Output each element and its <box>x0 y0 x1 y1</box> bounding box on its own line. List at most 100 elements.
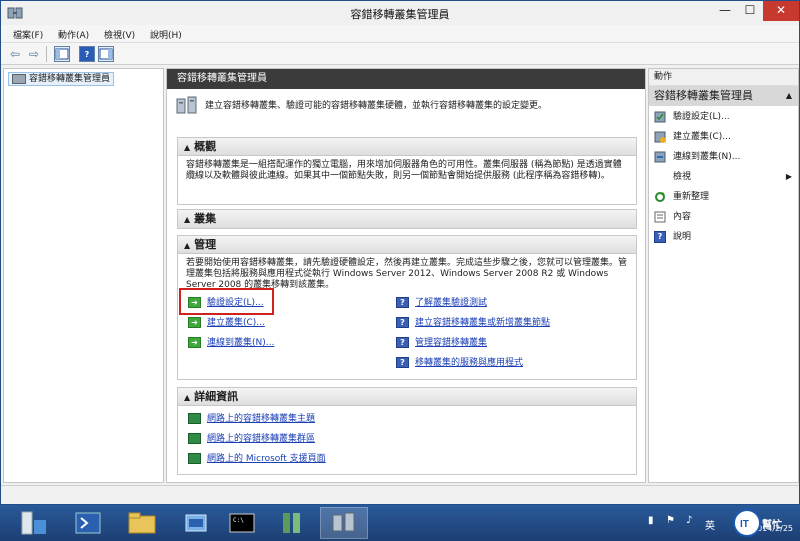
menu-view[interactable]: 檢視(V) <box>104 28 135 41</box>
ime-indicator[interactable]: 英 <box>705 517 715 532</box>
help-icon: ? <box>396 337 409 348</box>
ithome-logo-watermark: IT 幫忙 <box>733 509 782 537</box>
collapse-arrow-icon: ▲ <box>184 241 191 250</box>
clusters-title: 叢集 <box>194 212 217 225</box>
forward-arrow-icon[interactable]: ⇨ <box>26 46 42 62</box>
help-topic-create[interactable]: ? 建立容錯移轉叢集或新增叢集節點 <box>396 316 550 330</box>
overview-section: ▲ 概觀 容錯移轉叢集是一組搭配運作的獨立電腦，用來增加伺服器角色的可用性。叢集伺… <box>177 137 637 205</box>
title-bar: 容錯移轉叢集管理員 — ☐ ✕ <box>1 1 799 25</box>
action-validate-label: 驗證設定(L)... <box>673 112 730 122</box>
volume-tray-icon[interactable]: ♪ <box>686 515 692 526</box>
action-refresh-label: 重新整理 <box>673 192 710 202</box>
properties-icon <box>654 211 666 223</box>
help-icon: ? <box>396 317 409 328</box>
svg-text:幫忙: 幫忙 <box>762 518 782 531</box>
help-topic-validation[interactable]: ? 了解叢集驗證測試 <box>396 296 487 310</box>
server-manager-taskbar-icon[interactable] <box>10 507 58 539</box>
network-tray-icon[interactable]: ▮ <box>648 515 654 526</box>
run-taskbar-icon[interactable] <box>172 507 220 539</box>
console-tree: 容錯移轉叢集管理員 <box>3 68 164 483</box>
highlight-box <box>179 288 274 315</box>
help-link-validation[interactable]: 了解叢集驗證測試 <box>415 298 487 308</box>
details-link-community[interactable]: 網路上的容錯移轉叢集群區 <box>207 434 315 444</box>
clusters-header[interactable]: ▲ 叢集 <box>178 210 636 228</box>
overview-title: 概觀 <box>194 140 217 153</box>
arrow-right-icon: ➜ <box>188 337 201 348</box>
details-link-support[interactable]: 網路上的 Microsoft 支援頁面 <box>207 454 326 464</box>
connect-cluster-task[interactable]: ➜ 連線到叢集(N)... <box>188 336 274 350</box>
details-link-topics[interactable]: 網路上的容錯移轉叢集主題 <box>207 414 315 424</box>
menu-action[interactable]: 動作(A) <box>58 28 89 41</box>
action-connect-cluster[interactable]: 連線到叢集(N)... <box>652 149 796 165</box>
help-topic-migrate[interactable]: ? 移轉叢集的服務與應用程式 <box>396 356 523 370</box>
help-link-migrate[interactable]: 移轉叢集的服務與應用程式 <box>415 358 523 368</box>
web-link-icon <box>188 453 201 464</box>
details-header[interactable]: ▲ 詳細資訊 <box>178 388 636 406</box>
tree-item-label: 容錯移轉叢集管理員 <box>29 74 111 84</box>
action-view[interactable]: 檢視 ▶ <box>652 169 796 185</box>
failover-cluster-manager-taskbar-icon[interactable] <box>320 507 368 539</box>
intro-description: 建立容錯移轉叢集、驗證可能的容錯移轉叢集硬體，並執行容錯移轉叢集的設定變更。 <box>205 101 548 111</box>
main-pane: 容錯移轉叢集管理員 建立容錯移轉叢集、驗證可能的容錯移轉叢集硬體，並執行容錯移轉… <box>166 68 646 483</box>
back-arrow-icon[interactable]: ⇦ <box>7 46 23 62</box>
validate-icon <box>654 111 666 123</box>
connect-cluster-icon <box>654 151 666 163</box>
help-icon: ? <box>396 357 409 368</box>
window-title: 容錯移轉叢集管理員 <box>350 8 450 21</box>
show-hide-console-tree-icon[interactable] <box>54 46 70 62</box>
cluster-manager-icon <box>12 74 26 84</box>
cluster-servers-icon <box>176 96 197 114</box>
cluster-tool-taskbar-icon[interactable] <box>268 507 316 539</box>
details-section: ▲ 詳細資訊 網路上的容錯移轉叢集主題 網路上的容錯移轉叢集群區 網路上的 Mic… <box>177 387 637 475</box>
help-link-create[interactable]: 建立容錯移轉叢集或新增叢集節點 <box>415 318 550 328</box>
clusters-section: ▲ 叢集 <box>177 209 637 229</box>
app-window: 容錯移轉叢集管理員 — ☐ ✕ 檔案(F) 動作(A) 檢視(V) 說明(H) … <box>0 0 800 505</box>
create-cluster-task[interactable]: ➜ 建立叢集(C)... <box>188 316 265 330</box>
minimize-button[interactable]: — <box>713 1 737 21</box>
help-icon: ? <box>654 231 666 243</box>
menu-file[interactable]: 檔案(F) <box>13 28 43 41</box>
maximize-button[interactable]: ☐ <box>738 1 762 21</box>
management-title: 管理 <box>194 238 217 251</box>
overview-header[interactable]: ▲ 概觀 <box>178 138 636 156</box>
action-connect-cluster-label: 連線到叢集(N)... <box>673 152 741 162</box>
web-link-icon <box>188 433 201 444</box>
create-cluster-link[interactable]: 建立叢集(C)... <box>207 318 265 328</box>
collapse-arrow-icon: ▲ <box>184 215 191 224</box>
powershell-taskbar-icon[interactable] <box>64 507 112 539</box>
action-properties[interactable]: 內容 <box>652 209 796 225</box>
help-icon[interactable]: ? <box>79 46 95 62</box>
actions-pane: 動作 容錯移轉叢集管理員 ▲ 驗證設定(L)... 建立叢集(C)... 連線到… <box>648 68 799 483</box>
file-explorer-taskbar-icon[interactable] <box>118 507 166 539</box>
flag-tray-icon[interactable]: ⚑ <box>666 515 675 526</box>
toolbar: ⇦ ⇨ ? <box>1 43 799 65</box>
details-link-row[interactable]: 網路上的 Microsoft 支援頁面 <box>188 452 326 466</box>
actions-subheader-label: 容錯移轉叢集管理員 <box>654 89 753 102</box>
close-button[interactable]: ✕ <box>763 1 799 21</box>
arrow-right-icon: ➜ <box>188 317 201 328</box>
show-hide-action-pane-icon[interactable] <box>98 46 114 62</box>
management-header[interactable]: ▲ 管理 <box>178 236 636 254</box>
help-icon: ? <box>396 297 409 308</box>
help-topic-manage[interactable]: ? 管理容錯移轉叢集 <box>396 336 487 350</box>
action-validate[interactable]: 驗證設定(L)... <box>652 109 796 125</box>
collapse-arrow-icon: ▲ <box>184 393 191 402</box>
menu-bar: 檔案(F) 動作(A) 檢視(V) 說明(H) <box>1 25 799 43</box>
action-refresh[interactable]: 重新整理 <box>652 189 796 205</box>
command-prompt-taskbar-icon[interactable]: C:\ <box>218 507 266 539</box>
tree-item-cluster-manager[interactable]: 容錯移轉叢集管理員 <box>8 72 115 86</box>
toolbar-separator <box>46 46 47 62</box>
taskbar: C:\ ▮ ⚑ ♪ 英 2014/2/25 <box>0 505 800 541</box>
actions-subheader[interactable]: 容錯移轉叢集管理員 ▲ <box>649 86 798 106</box>
action-help[interactable]: ? 說明 <box>652 229 796 245</box>
menu-help[interactable]: 說明(H) <box>150 28 182 41</box>
action-create-cluster-label: 建立叢集(C)... <box>673 132 731 142</box>
action-create-cluster[interactable]: 建立叢集(C)... <box>652 129 796 145</box>
details-link-row[interactable]: 網路上的容錯移轉叢集主題 <box>188 412 315 426</box>
help-link-manage[interactable]: 管理容錯移轉叢集 <box>415 338 487 348</box>
details-link-row[interactable]: 網路上的容錯移轉叢集群區 <box>188 432 315 446</box>
action-view-label: 檢視 <box>673 172 692 182</box>
overview-text: 容錯移轉叢集是一組搭配運作的獨立電腦，用來增加伺服器角色的可用性。叢集伺服器 (… <box>186 160 622 181</box>
connect-cluster-link[interactable]: 連線到叢集(N)... <box>207 338 274 348</box>
svg-text:IT: IT <box>740 519 749 530</box>
